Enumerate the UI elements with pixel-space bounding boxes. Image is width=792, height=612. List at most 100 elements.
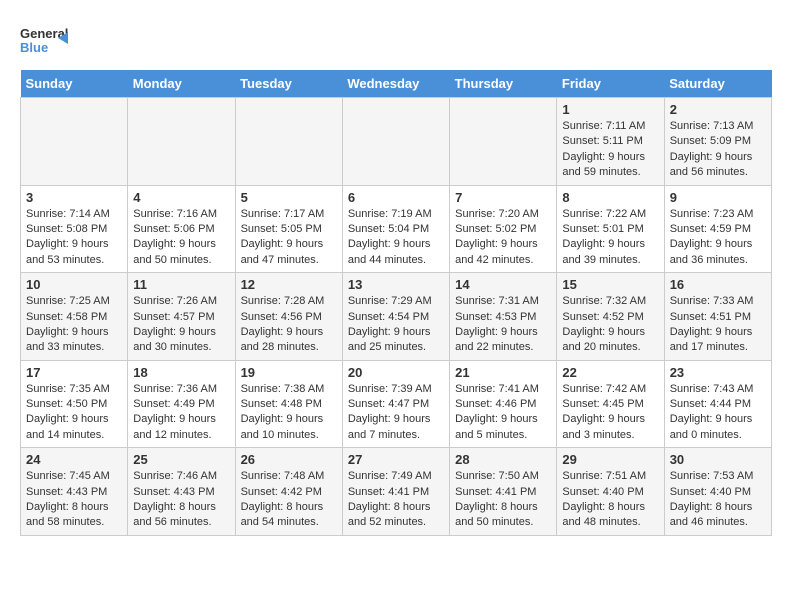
day-number: 24 [26, 452, 122, 467]
day-cell: 10 Sunrise: 7:25 AM Sunset: 4:58 PM Dayli… [21, 273, 128, 361]
day-info: Sunrise: 7:11 AM Sunset: 5:11 PM Dayligh… [562, 119, 658, 181]
day-number: 2 [670, 102, 766, 117]
day-cell: 8 Sunrise: 7:22 AM Sunset: 5:01 PM Daylig… [557, 185, 664, 273]
day-number: 25 [133, 452, 229, 467]
day-number: 27 [348, 452, 444, 467]
day-info: Sunrise: 7:22 AM Sunset: 5:01 PM Dayligh… [562, 207, 658, 269]
day-cell: 13 Sunrise: 7:29 AM Sunset: 4:54 PM Dayli… [342, 273, 449, 361]
day-info: Sunrise: 7:33 AM Sunset: 4:51 PM Dayligh… [670, 294, 766, 356]
day-cell: 18 Sunrise: 7:36 AM Sunset: 4:49 PM Dayli… [128, 360, 235, 448]
day-info: Sunrise: 7:48 AM Sunset: 4:42 PM Dayligh… [241, 469, 337, 531]
day-cell: 4 Sunrise: 7:16 AM Sunset: 5:06 PM Daylig… [128, 185, 235, 273]
day-info: Sunrise: 7:16 AM Sunset: 5:06 PM Dayligh… [133, 207, 229, 269]
day-number: 28 [455, 452, 551, 467]
day-cell: 28Sunrise: 7:50 AM Sunset: 4:41 PM Dayli… [450, 448, 557, 536]
day-cell: 24 Sunrise: 7:45 AM Sunset: 4:43 PM Dayli… [21, 448, 128, 536]
day-info: Sunrise: 7:20 AM Sunset: 5:02 PM Dayligh… [455, 207, 551, 269]
day-number: 21 [455, 365, 551, 380]
day-number: 17 [26, 365, 122, 380]
day-cell [450, 98, 557, 186]
day-cell: 26 Sunrise: 7:48 AM Sunset: 4:42 PM Dayli… [235, 448, 342, 536]
day-number: 13 [348, 277, 444, 292]
day-cell: 16 Sunrise: 7:33 AM Sunset: 4:51 PM Dayli… [664, 273, 771, 361]
header-monday: Monday [128, 70, 235, 98]
day-number: 29 [562, 452, 658, 467]
day-number: 11 [133, 277, 229, 292]
week-row-5: 24 Sunrise: 7:45 AM Sunset: 4:43 PM Dayli… [21, 448, 772, 536]
day-cell: 15 Sunrise: 7:32 AM Sunset: 4:52 PM Dayli… [557, 273, 664, 361]
day-number: 7 [455, 190, 551, 205]
day-info: Sunrise: 7:42 AM Sunset: 4:45 PM Dayligh… [562, 382, 658, 444]
header-wednesday: Wednesday [342, 70, 449, 98]
day-info: Sunrise: 7:49 AM Sunset: 4:41 PM Dayligh… [348, 469, 444, 531]
header-sunday: Sunday [21, 70, 128, 98]
day-cell: 14 Sunrise: 7:31 AM Sunset: 4:53 PM Dayli… [450, 273, 557, 361]
day-number: 19 [241, 365, 337, 380]
day-info: Sunrise: 7:28 AM Sunset: 4:56 PM Dayligh… [241, 294, 337, 356]
day-info: Sunrise: 7:35 AM Sunset: 4:50 PM Dayligh… [26, 382, 122, 444]
week-row-1: 1 Sunrise: 7:11 AM Sunset: 5:11 PM Daylig… [21, 98, 772, 186]
day-info: Sunrise: 7:38 AM Sunset: 4:48 PM Dayligh… [241, 382, 337, 444]
page-header: GeneralBlue [20, 20, 772, 60]
day-cell: 12 Sunrise: 7:28 AM Sunset: 4:56 PM Dayli… [235, 273, 342, 361]
day-number: 3 [26, 190, 122, 205]
day-number: 4 [133, 190, 229, 205]
day-cell: 2Sunrise: 7:13 AM Sunset: 5:09 PM Daylig… [664, 98, 771, 186]
day-info: Sunrise: 7:53 AM Sunset: 4:40 PM Dayligh… [670, 469, 766, 531]
day-cell: 1 Sunrise: 7:11 AM Sunset: 5:11 PM Daylig… [557, 98, 664, 186]
header-friday: Friday [557, 70, 664, 98]
day-info: Sunrise: 7:51 AM Sunset: 4:40 PM Dayligh… [562, 469, 658, 531]
day-cell [128, 98, 235, 186]
day-info: Sunrise: 7:36 AM Sunset: 4:49 PM Dayligh… [133, 382, 229, 444]
day-cell: 11 Sunrise: 7:26 AM Sunset: 4:57 PM Dayli… [128, 273, 235, 361]
day-info: Sunrise: 7:23 AM Sunset: 4:59 PM Dayligh… [670, 207, 766, 269]
day-number: 8 [562, 190, 658, 205]
day-info: Sunrise: 7:17 AM Sunset: 5:05 PM Dayligh… [241, 207, 337, 269]
day-number: 16 [670, 277, 766, 292]
day-info: Sunrise: 7:26 AM Sunset: 4:57 PM Dayligh… [133, 294, 229, 356]
day-cell: 30 Sunrise: 7:53 AM Sunset: 4:40 PM Dayli… [664, 448, 771, 536]
day-info: Sunrise: 7:29 AM Sunset: 4:54 PM Dayligh… [348, 294, 444, 356]
logo: GeneralBlue [20, 20, 70, 60]
day-info: Sunrise: 7:45 AM Sunset: 4:43 PM Dayligh… [26, 469, 122, 531]
day-number: 15 [562, 277, 658, 292]
day-info: Sunrise: 7:39 AM Sunset: 4:47 PM Dayligh… [348, 382, 444, 444]
day-cell: 21 Sunrise: 7:41 AM Sunset: 4:46 PM Dayli… [450, 360, 557, 448]
day-info: Sunrise: 7:31 AM Sunset: 4:53 PM Dayligh… [455, 294, 551, 356]
day-number: 22 [562, 365, 658, 380]
day-cell: 5 Sunrise: 7:17 AM Sunset: 5:05 PM Daylig… [235, 185, 342, 273]
day-number: 1 [562, 102, 658, 117]
day-cell: 23Sunrise: 7:43 AM Sunset: 4:44 PM Dayli… [664, 360, 771, 448]
day-number: 26 [241, 452, 337, 467]
day-number: 30 [670, 452, 766, 467]
calendar-table: SundayMondayTuesdayWednesdayThursdayFrid… [20, 70, 772, 536]
day-cell: 6Sunrise: 7:19 AM Sunset: 5:04 PM Daylig… [342, 185, 449, 273]
day-number: 12 [241, 277, 337, 292]
header-thursday: Thursday [450, 70, 557, 98]
day-cell: 29 Sunrise: 7:51 AM Sunset: 4:40 PM Dayli… [557, 448, 664, 536]
svg-text:Blue: Blue [20, 40, 48, 55]
day-cell: 3 Sunrise: 7:14 AM Sunset: 5:08 PM Daylig… [21, 185, 128, 273]
calendar-header-row: SundayMondayTuesdayWednesdayThursdayFrid… [21, 70, 772, 98]
day-cell: 9 Sunrise: 7:23 AM Sunset: 4:59 PM Daylig… [664, 185, 771, 273]
week-row-4: 17 Sunrise: 7:35 AM Sunset: 4:50 PM Dayli… [21, 360, 772, 448]
day-number: 10 [26, 277, 122, 292]
day-number: 5 [241, 190, 337, 205]
day-number: 20 [348, 365, 444, 380]
day-info: Sunrise: 7:32 AM Sunset: 4:52 PM Dayligh… [562, 294, 658, 356]
day-info: Sunrise: 7:46 AM Sunset: 4:43 PM Dayligh… [133, 469, 229, 531]
week-row-3: 10 Sunrise: 7:25 AM Sunset: 4:58 PM Dayli… [21, 273, 772, 361]
day-info: Sunrise: 7:43 AM Sunset: 4:44 PM Dayligh… [670, 382, 766, 444]
day-info: Sunrise: 7:41 AM Sunset: 4:46 PM Dayligh… [455, 382, 551, 444]
day-cell: 20 Sunrise: 7:39 AM Sunset: 4:47 PM Dayli… [342, 360, 449, 448]
day-cell: 22 Sunrise: 7:42 AM Sunset: 4:45 PM Dayli… [557, 360, 664, 448]
day-number: 9 [670, 190, 766, 205]
header-saturday: Saturday [664, 70, 771, 98]
day-number: 18 [133, 365, 229, 380]
day-info: Sunrise: 7:25 AM Sunset: 4:58 PM Dayligh… [26, 294, 122, 356]
day-cell: 19 Sunrise: 7:38 AM Sunset: 4:48 PM Dayli… [235, 360, 342, 448]
day-number: 14 [455, 277, 551, 292]
day-cell: 7 Sunrise: 7:20 AM Sunset: 5:02 PM Daylig… [450, 185, 557, 273]
day-info: Sunrise: 7:14 AM Sunset: 5:08 PM Dayligh… [26, 207, 122, 269]
day-cell: 17 Sunrise: 7:35 AM Sunset: 4:50 PM Dayli… [21, 360, 128, 448]
